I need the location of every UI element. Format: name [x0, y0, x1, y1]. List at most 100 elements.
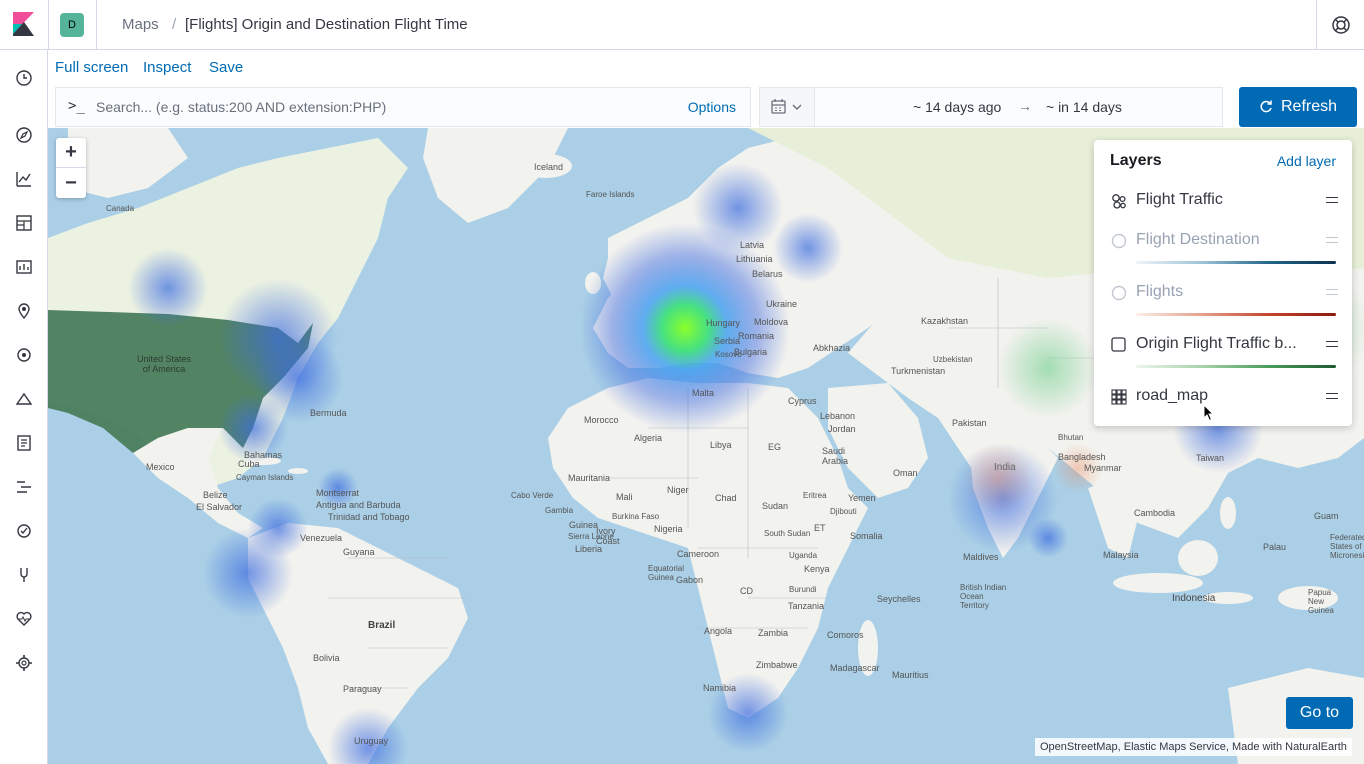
map-label: Federated States of Micronesia	[1330, 533, 1364, 560]
refresh-button[interactable]: Refresh	[1239, 87, 1357, 127]
map-label: Yemen	[848, 493, 876, 503]
layer-item-flight-destination[interactable]: Flight Destination	[1110, 229, 1338, 253]
breadcrumb-maps[interactable]: Maps	[122, 16, 159, 33]
map-label: Cuba	[238, 459, 260, 469]
quick-select-button[interactable]	[760, 88, 815, 126]
layer-item-road-map[interactable]: road_map	[1110, 385, 1338, 409]
help-icon[interactable]	[1330, 14, 1352, 36]
kql-prompt-icon: >_	[68, 98, 85, 114]
app-header: D Maps / [Flights] Origin and Destinatio…	[0, 0, 1364, 50]
circle-icon	[1111, 285, 1127, 301]
start-date[interactable]: ~ 14 days ago	[913, 99, 1001, 115]
map-label: Mali	[616, 492, 633, 502]
drag-handle-icon[interactable]	[1326, 197, 1338, 203]
map-label: Sudan	[762, 501, 789, 511]
map-label: Namibia	[703, 683, 737, 693]
save-link[interactable]: Save	[209, 59, 243, 76]
map-label: Bermuda	[310, 408, 347, 418]
recent-clock-icon[interactable]	[13, 67, 35, 89]
map-label: Uzbekistan	[933, 355, 973, 364]
map-label: Saudi Arabia	[822, 446, 849, 466]
discover-compass-icon[interactable]	[13, 124, 35, 146]
map-canvas[interactable]: Iceland Faroe Islands Canada United Stat…	[48, 128, 1364, 764]
drag-handle-icon[interactable]	[1326, 341, 1338, 347]
maps-icon[interactable]	[13, 300, 35, 322]
header-divider	[1316, 0, 1317, 49]
map-label: Cambodia	[1134, 508, 1176, 518]
map-label: Indonesia	[1172, 593, 1216, 604]
map-label: Sierra Leone	[568, 532, 614, 541]
inspect-link[interactable]: Inspect	[143, 59, 191, 76]
map-label: Palau	[1263, 542, 1287, 552]
search-input[interactable]	[96, 96, 656, 118]
layer-name: road_map	[1136, 387, 1209, 404]
map-label: Antigua and Barbuda	[316, 500, 401, 510]
layer-item-flights[interactable]: Flights	[1110, 281, 1338, 305]
map-label: El Salvador	[196, 502, 243, 512]
map-label: Ukraine	[766, 299, 798, 309]
layer-item-origin-flight-traffic[interactable]: Origin Flight Traffic b...	[1110, 333, 1338, 357]
map-label: Malta	[692, 388, 715, 398]
map-label: Djibouti	[830, 507, 857, 516]
add-layer-button[interactable]: Add layer	[1277, 153, 1336, 169]
map-label: Eritrea	[803, 491, 827, 500]
map-label: Montserrat	[316, 488, 360, 498]
map-label: Bhutan	[1058, 433, 1084, 442]
page-title: [Flights] Origin and Destination Flight …	[185, 16, 468, 33]
kibana-logo-icon[interactable]	[0, 0, 48, 49]
zoom-in-button[interactable]: +	[56, 138, 86, 168]
management-gear-icon[interactable]	[13, 652, 35, 674]
map-attribution[interactable]: OpenStreetMap, Elastic Maps Service, Mad…	[1035, 738, 1352, 756]
monitoring-heart-icon[interactable]	[13, 608, 35, 630]
header-divider	[96, 0, 97, 49]
query-options-button[interactable]: Options	[688, 99, 736, 115]
map-label: Burkina Faso	[612, 512, 660, 521]
multi-circle-icon	[1112, 194, 1126, 209]
ml-icon[interactable]	[13, 344, 35, 366]
drag-handle-icon[interactable]	[1326, 289, 1338, 295]
map-label: Belarus	[752, 269, 783, 279]
full-screen-link[interactable]: Full screen	[55, 59, 128, 76]
circle-icon	[1111, 233, 1127, 249]
color-ramp-red	[1136, 313, 1336, 316]
zoom-out-button[interactable]: −	[56, 168, 86, 198]
map-label: Pakistan	[952, 418, 987, 428]
map-label: Lebanon	[820, 411, 856, 421]
canvas-icon[interactable]	[13, 256, 35, 278]
map-label: Kenya	[804, 564, 830, 574]
map-label: Kazakhstan	[921, 316, 969, 326]
map-label: Maldives	[963, 552, 999, 562]
map-label: Zambia	[758, 628, 789, 638]
map-label: Mauritius	[892, 670, 929, 680]
map-label: Equatorial Guinea	[648, 564, 685, 582]
map-label: Cabo Verde	[511, 491, 554, 500]
end-date[interactable]: ~ in 14 days	[1046, 99, 1122, 115]
dashboard-icon[interactable]	[13, 212, 35, 234]
map-label: Brazil	[368, 620, 396, 631]
uptime-icon[interactable]	[13, 520, 35, 542]
grid-icon	[1111, 389, 1127, 405]
space-avatar[interactable]: D	[60, 13, 84, 37]
map-label: Romania	[738, 331, 775, 341]
drag-handle-icon[interactable]	[1326, 237, 1338, 243]
logs-icon[interactable]	[13, 432, 35, 454]
map-label: Algeria	[634, 433, 663, 443]
map-label: India	[994, 462, 1016, 473]
date-picker: ~ 14 days ago → ~ in 14 days	[759, 87, 1223, 127]
go-to-button[interactable]: Go to	[1286, 697, 1353, 729]
map-label: Jordan	[828, 424, 856, 434]
map-label: Burundi	[789, 585, 817, 594]
infrastructure-icon[interactable]	[13, 388, 35, 410]
layer-item-flight-traffic[interactable]: Flight Traffic	[1110, 189, 1338, 213]
apm-icon[interactable]	[13, 476, 35, 498]
breadcrumb-separator: /	[172, 16, 177, 33]
dev-tools-icon[interactable]	[13, 564, 35, 586]
map-label: Abkhazia	[813, 343, 851, 353]
visualize-icon[interactable]	[13, 168, 35, 190]
map-label: Nigeria	[654, 524, 683, 534]
query-bar: >_ Options	[55, 87, 751, 127]
drag-handle-icon[interactable]	[1326, 393, 1338, 399]
map-label: Mauritania	[568, 473, 611, 483]
map-label: Turkmenistan	[891, 366, 946, 376]
map-label: Mexico	[146, 462, 175, 472]
